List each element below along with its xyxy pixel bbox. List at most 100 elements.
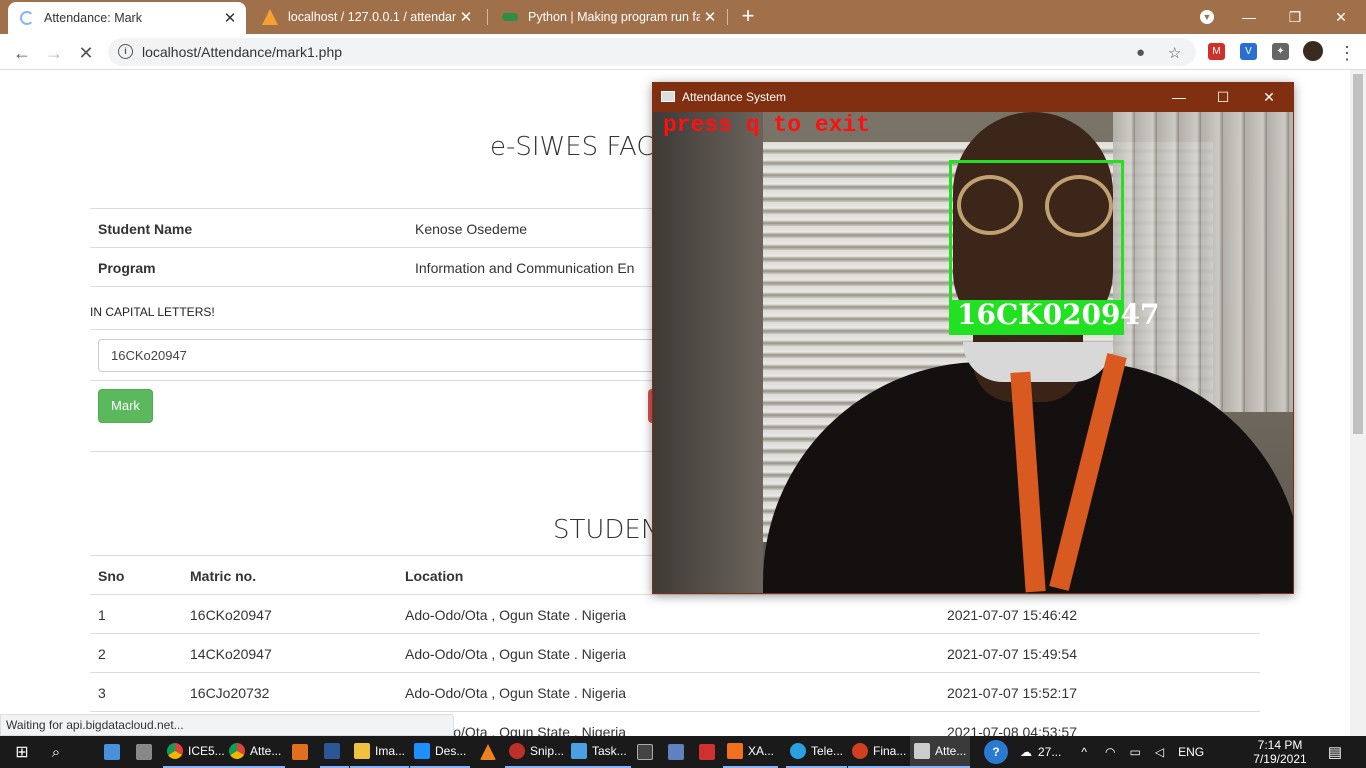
tab-separator bbox=[727, 9, 728, 25]
scrollbar-thumb[interactable] bbox=[1353, 74, 1363, 434]
wifi-icon[interactable]: ◠ bbox=[1105, 745, 1115, 759]
cell-time: 2021-07-07 15:49:54 bbox=[947, 646, 1077, 662]
taskbar-powerpoint[interactable]: Fina... bbox=[848, 736, 911, 768]
students-heading: STUDEN bbox=[553, 515, 661, 545]
status-bubble: Waiting for api.bigdatacloud.net... bbox=[0, 714, 454, 736]
location-pin-icon[interactable]: ● bbox=[1136, 44, 1145, 61]
taskbar-cmd[interactable] bbox=[633, 736, 662, 768]
exit-hint: press q to exit bbox=[663, 112, 871, 138]
tab-close-icon[interactable]: ✕ bbox=[456, 8, 476, 26]
taskbar-app[interactable] bbox=[132, 736, 161, 768]
taskbar-label: XA... bbox=[748, 744, 775, 758]
cell-matric: 14CKo20947 bbox=[190, 646, 272, 662]
wall-shadow bbox=[653, 112, 763, 593]
monitor-icon bbox=[414, 743, 430, 759]
powerpoint-icon bbox=[852, 743, 868, 759]
profile-dropdown-icon[interactable]: ▼ bbox=[1184, 0, 1230, 34]
sublime-icon bbox=[292, 744, 308, 760]
curtain bbox=[1113, 112, 1293, 412]
volume-icon[interactable]: ◁ bbox=[1155, 745, 1164, 759]
cell-time: 2021-07-08 04:53:57 bbox=[947, 724, 1077, 736]
close-icon[interactable]: ✕ bbox=[1254, 86, 1284, 108]
info-label: Program bbox=[98, 260, 156, 276]
extension-shield-icon[interactable]: V bbox=[1240, 43, 1257, 60]
extension-mega-icon[interactable]: M bbox=[1208, 43, 1225, 60]
taskbar-xampp[interactable]: XA... bbox=[723, 736, 779, 768]
bookmark-star-icon[interactable]: ☆ bbox=[1168, 44, 1181, 62]
taskbar-label: Tele... bbox=[811, 744, 844, 758]
chart-icon bbox=[571, 743, 587, 759]
extensions-puzzle-icon[interactable]: ✦ bbox=[1272, 43, 1289, 60]
taskbar-word[interactable] bbox=[320, 736, 349, 768]
table-row: 1 16CKo20947 Ado-Odo/Ota , Ogun State . … bbox=[90, 595, 1260, 634]
weather-text[interactable]: 27... bbox=[1038, 745, 1061, 759]
camera-window-titlebar[interactable]: Attendance System — ☐ ✕ bbox=[652, 82, 1294, 112]
language-indicator[interactable]: ENG bbox=[1178, 745, 1204, 759]
clock[interactable]: 7:14 PM 7/19/2021 bbox=[1250, 738, 1310, 766]
taskbar-vlc[interactable] bbox=[476, 736, 505, 768]
weather-icon[interactable]: ☁ bbox=[1020, 745, 1032, 759]
chevron-up-icon[interactable]: ^ bbox=[1081, 745, 1087, 759]
minimize-icon[interactable]: — bbox=[1226, 0, 1272, 34]
info-value: Information and Communication En bbox=[415, 260, 635, 276]
stop-loading-icon[interactable]: ✕ bbox=[73, 40, 99, 66]
notification-icon[interactable]: ▤ bbox=[1320, 736, 1350, 768]
taskbar-label: Des... bbox=[435, 744, 467, 758]
header-matric: Matric no. bbox=[190, 568, 257, 584]
profile-avatar[interactable] bbox=[1303, 41, 1323, 61]
site-info-icon[interactable]: i bbox=[118, 44, 133, 59]
xampp-icon bbox=[727, 743, 743, 759]
help-icon[interactable]: ? bbox=[984, 740, 1008, 764]
clock-date: 7/19/2021 bbox=[1253, 752, 1307, 766]
start-button[interactable]: ⊞ bbox=[4, 736, 40, 768]
taskbar-images[interactable]: Ima... bbox=[350, 736, 410, 768]
taskbar-notepad[interactable] bbox=[664, 736, 693, 768]
taskbar-app[interactable] bbox=[100, 736, 129, 768]
taskbar-label: Atte... bbox=[250, 744, 282, 758]
cell-time: 2021-07-07 15:52:17 bbox=[947, 685, 1077, 701]
taskbar-chrome-ice5[interactable]: ICE5... bbox=[163, 736, 229, 768]
notepad-icon bbox=[668, 744, 684, 760]
header-location: Location bbox=[405, 568, 464, 584]
cell-sno: 3 bbox=[98, 685, 106, 701]
cell-matric: 16CJo20732 bbox=[190, 685, 270, 701]
page-title: e-SIWES FAC bbox=[490, 132, 655, 162]
taskbar-desktop[interactable]: Des... bbox=[410, 736, 471, 768]
chrome-icon bbox=[229, 743, 245, 759]
taskbar-mega[interactable] bbox=[695, 736, 724, 768]
url-text[interactable]: localhost/Attendance/mark1.php bbox=[142, 44, 342, 60]
maximize-icon[interactable]: ☐ bbox=[1208, 86, 1238, 108]
taskbar-snip[interactable]: Snip... bbox=[505, 736, 569, 768]
forward-arrow-icon[interactable]: → bbox=[41, 40, 67, 66]
window-icon bbox=[914, 743, 930, 759]
minimize-icon[interactable]: — bbox=[1164, 86, 1194, 108]
taskbar-chrome-attendance[interactable]: Atte... bbox=[225, 736, 286, 768]
browser-menu-icon[interactable]: ⋮ bbox=[1334, 40, 1360, 66]
page-scrollbar[interactable] bbox=[1350, 70, 1366, 736]
tab-close-icon[interactable]: ✕ bbox=[700, 8, 720, 26]
back-arrow-icon[interactable]: ← bbox=[9, 40, 35, 66]
taskbar-sublime[interactable] bbox=[288, 736, 317, 768]
restore-icon[interactable]: ❐ bbox=[1272, 0, 1318, 34]
mega-icon bbox=[699, 744, 715, 760]
info-value: Kenose Osedeme bbox=[415, 221, 528, 237]
caps-note: IN CAPITAL LETTERS! bbox=[90, 305, 215, 319]
close-icon[interactable]: ✕ bbox=[1318, 0, 1364, 34]
shirt-collar bbox=[963, 342, 1113, 382]
tab-phpmyadmin[interactable]: localhost / 127.0.0.1 / attendance ✕ bbox=[250, 0, 482, 34]
taskbar-telegram[interactable]: Tele... bbox=[786, 736, 848, 768]
address-bar[interactable]: i localhost/Attendance/mark1.php ● ☆ bbox=[108, 38, 1196, 66]
taskbar-task-manager[interactable]: Task... bbox=[567, 736, 631, 768]
tab-attendance-mark[interactable]: Attendance: Mark ✕ bbox=[8, 2, 246, 34]
tab-close-icon[interactable]: ✕ bbox=[220, 9, 240, 27]
file-icon bbox=[104, 744, 120, 760]
search-icon[interactable]: ⌕ bbox=[42, 736, 70, 768]
battery-icon[interactable]: ▭ bbox=[1129, 745, 1140, 759]
tab-python[interactable]: Python | Making program run fas ✕ bbox=[490, 0, 726, 34]
cell-location: Ado-Odo/Ota , Ogun State . Nigeria bbox=[405, 607, 627, 623]
mark-button[interactable]: Mark bbox=[98, 389, 153, 423]
cell-sno: 1 bbox=[98, 607, 106, 623]
taskbar-attendance-system[interactable]: Atte... bbox=[910, 736, 971, 768]
new-tab-button[interactable]: + bbox=[736, 5, 760, 29]
browser-toolbar: ← → ✕ i localhost/Attendance/mark1.php ●… bbox=[0, 34, 1366, 70]
